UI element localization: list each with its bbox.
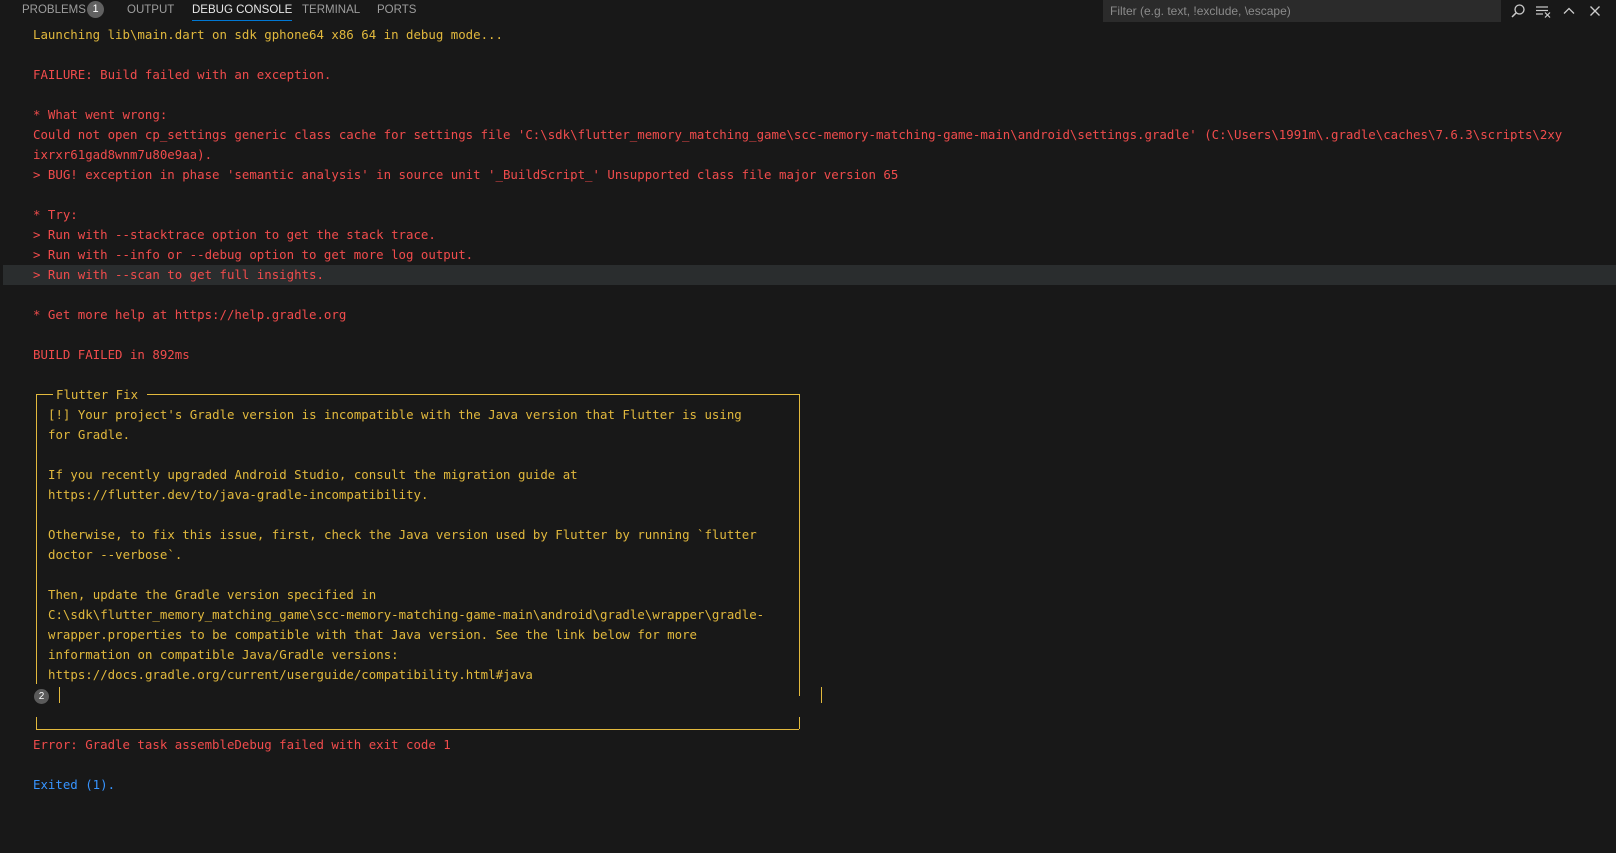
fix-line: Then, update the Gradle version specifie… [48,587,377,602]
box-border-left-end [36,717,37,729]
search-icon[interactable] [1507,0,1529,22]
box-border-top [147,394,799,395]
box-border-repeat-right [821,687,822,703]
debug-console-output[interactable]: Launching lib\main.dart on sdk gphone64 … [0,24,1616,853]
panel-tab-bar: PROBLEMS 1 OUTPUT DEBUG CONSOLE TERMINAL… [0,0,1616,24]
tab-problems[interactable]: PROBLEMS [22,0,86,20]
fix-line: Otherwise, to fix this issue, first, che… [48,527,757,542]
box-corner-top-left [36,394,53,405]
console-line-build-failed: BUILD FAILED in 892ms [33,347,190,362]
box-border-right-end [799,717,800,729]
chevron-up-icon[interactable] [1558,0,1580,22]
tab-terminal[interactable]: TERMINAL [302,0,360,20]
box-border-bottom [36,729,799,730]
console-line-could-not-open: Could not open cp_settings generic class… [33,127,1563,142]
console-line-help: * Get more help at https://help.gradle.o… [33,307,347,322]
fix-line-link[interactable]: https://docs.gradle.org/current/userguid… [48,665,533,685]
tab-ports[interactable]: PORTS [377,0,416,20]
fix-line: wrapper.properties to be compatible with… [48,627,698,642]
clear-console-icon[interactable] [1532,0,1554,22]
fix-line: information on compatible Java/Gradle ve… [48,647,399,662]
fix-line-path[interactable]: C:\sdk\flutter_memory_matching_game\scc-… [48,605,764,625]
box-border-right [799,394,800,696]
repeat-count-badge: 2 [34,689,49,704]
console-line-try-info: > Run with --info or --debug option to g… [33,247,474,262]
fix-line: doctor --verbose`. [48,547,183,562]
console-line-try: * Try: [33,207,78,222]
console-line-could-not-open-cont: ixrxr61gad8wnm7u80e9aa). [33,147,213,162]
console-line-failure: FAILURE: Build failed with an exception. [33,67,332,82]
console-line-launching: Launching lib\main.dart on sdk gphone64 … [33,27,503,42]
tab-debug-console[interactable]: DEBUG CONSOLE [192,0,293,21]
box-border-left [36,404,37,684]
console-line-what-went-wrong: * What went wrong: [33,107,168,122]
console-line-try-stacktrace: > Run with --stacktrace option to get th… [33,227,436,242]
console-line-exited: Exited (1). [33,777,116,792]
console-line-bug: > BUG! exception in phase 'semantic anal… [33,167,899,182]
console-line-try-scan: > Run with --scan to get full insights. [33,267,324,282]
problems-count-badge: 1 [87,1,104,18]
console-line-gradle-error: Error: Gradle task assembleDebug failed … [33,737,451,752]
close-icon[interactable] [1584,0,1606,22]
fix-line-link[interactable]: https://flutter.dev/to/java-gradle-incom… [48,485,428,505]
filter-input[interactable] [1103,0,1501,22]
fix-line: If you recently upgraded Android Studio,… [48,467,578,482]
fix-line: for Gradle. [48,427,131,442]
tab-output[interactable]: OUTPUT [127,0,174,20]
fix-line: [!] Your project's Gradle version is inc… [48,407,742,422]
box-border-repeat-left [59,687,60,703]
flutter-fix-title: Flutter Fix [56,387,139,402]
